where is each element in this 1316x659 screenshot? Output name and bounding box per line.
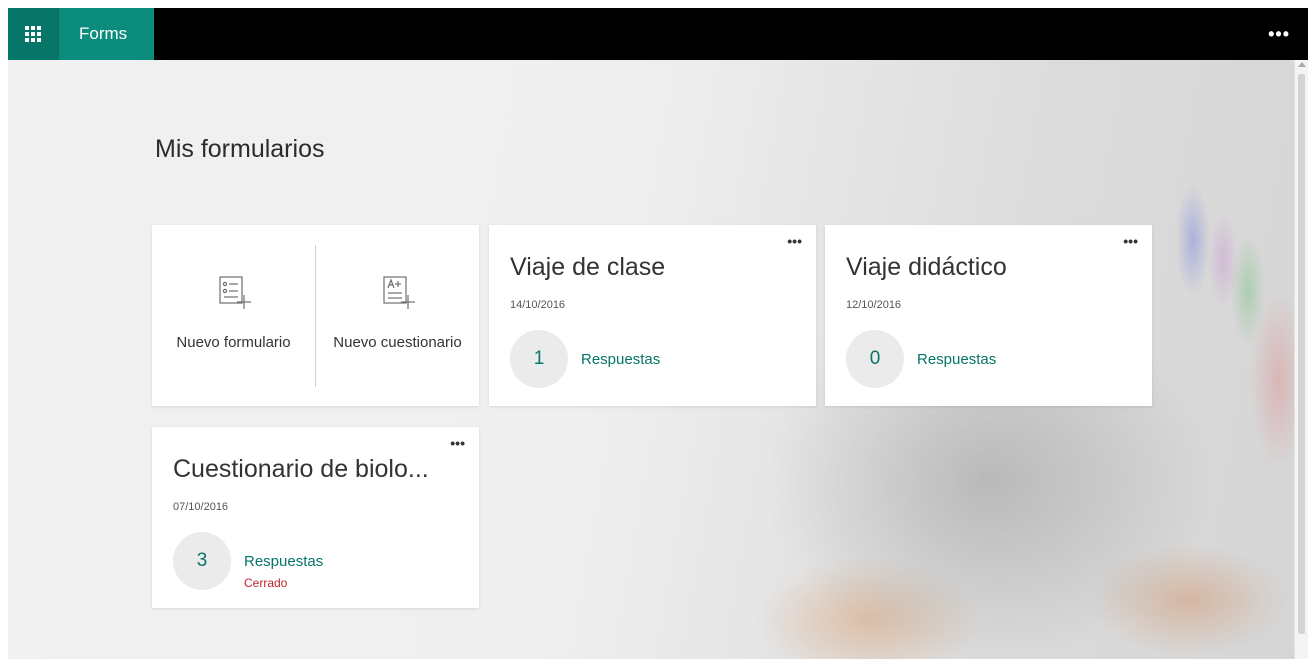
responses-label: Respuestas	[244, 553, 324, 570]
form-date: 12/10/2016	[846, 299, 902, 311]
responses-label: Respuestas	[581, 351, 661, 368]
more-options-icon[interactable]: •••	[1123, 233, 1138, 249]
status-badge: Cerrado	[244, 576, 288, 590]
response-count: 3	[173, 532, 231, 590]
response-count: 0	[846, 330, 904, 388]
form-title: Viaje de clase	[510, 253, 666, 281]
app-launcher-icon	[25, 26, 41, 42]
top-bar: Forms •••	[8, 8, 1308, 60]
app-frame: Forms ••• Mis formularios Nuevo formular…	[8, 8, 1308, 659]
form-card[interactable]: ••• Viaje didáctico 12/10/2016 0 Respues…	[825, 225, 1152, 406]
new-quiz-icon	[382, 276, 415, 309]
form-date: 07/10/2016	[173, 501, 229, 513]
new-quiz-button[interactable]: Nuevo cuestionario	[316, 225, 479, 406]
vertical-scrollbar[interactable]	[1294, 60, 1308, 659]
form-title: Viaje didáctico	[846, 253, 1007, 281]
form-card[interactable]: ••• Viaje de clase 14/10/2016 1 Respuest…	[489, 225, 816, 406]
form-card[interactable]: ••• Cuestionario de biolo... 07/10/2016 …	[152, 427, 479, 608]
app-name[interactable]: Forms	[58, 8, 154, 60]
page-title: Mis formularios	[155, 135, 325, 163]
response-count: 1	[510, 330, 568, 388]
new-quiz-label: Nuevo cuestionario	[333, 334, 462, 351]
new-form-button[interactable]: Nuevo formulario	[152, 225, 315, 406]
app-launcher-button[interactable]	[8, 8, 58, 60]
responses-label: Respuestas	[917, 351, 997, 368]
more-icon[interactable]: •••	[1268, 24, 1290, 45]
new-form-label: Nuevo formulario	[176, 334, 291, 351]
form-title: Cuestionario de biolo...	[173, 455, 429, 483]
scroll-thumb[interactable]	[1298, 74, 1305, 634]
new-form-icon	[218, 276, 251, 309]
scroll-up-arrow-icon[interactable]	[1298, 62, 1306, 67]
new-items-card: Nuevo formulario Nuevo cuestionario	[152, 225, 479, 406]
more-options-icon[interactable]: •••	[787, 233, 802, 249]
form-date: 14/10/2016	[510, 299, 566, 311]
more-options-icon[interactable]: •••	[450, 435, 465, 451]
